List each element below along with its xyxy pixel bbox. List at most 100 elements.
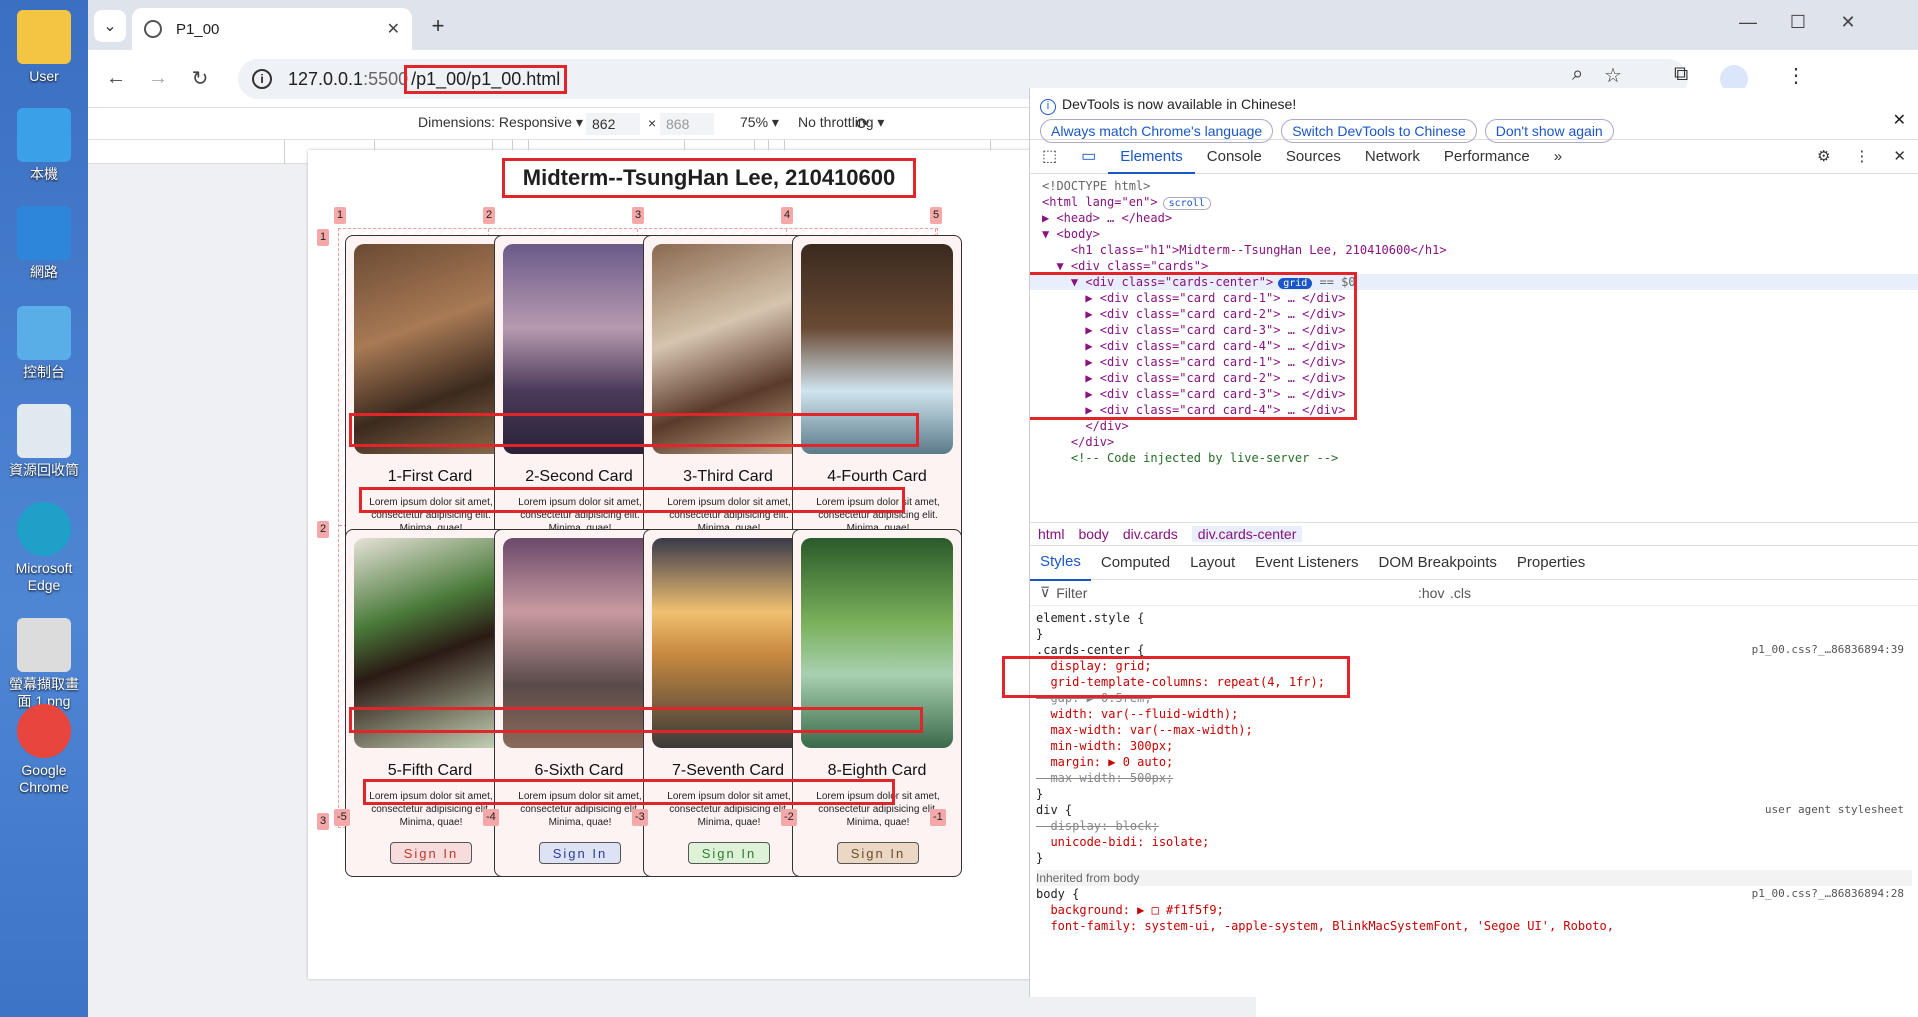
sign-in-button[interactable]: Sign In [539, 842, 621, 864]
devtools-tab[interactable]: Elements [1108, 140, 1195, 174]
close-devtools-icon[interactable]: ✕ [1881, 140, 1918, 174]
style-rule-line: min-width: 300px; [1036, 738, 1912, 754]
card-title: 7-Seventh Card [671, 762, 785, 779]
dom-node[interactable]: </div> [1030, 418, 1918, 434]
styles-filter[interactable]: ⊽ Filter:hov .cls [1030, 580, 1918, 606]
dimensions-select[interactable]: Dimensions: Responsive ▾ [418, 114, 583, 131]
devtools-tab[interactable]: Performance [1432, 140, 1542, 174]
inspect-icon[interactable]: ⬚ [1030, 140, 1069, 174]
styles-tab[interactable]: Layout [1180, 546, 1245, 580]
close-window-icon[interactable]: ✕ [1828, 12, 1868, 33]
sign-in-button[interactable]: Sign In [837, 842, 919, 864]
card-title: 6-Sixth Card [534, 762, 624, 779]
desktop-icon[interactable]: 控制台 [4, 306, 84, 381]
dom-node-text: <!DOCTYPE html> [1042, 179, 1151, 193]
dom-node[interactable]: ▶ <head> … </head> [1030, 210, 1918, 226]
dom-node[interactable]: <!-- Code injected by live-server --> [1030, 450, 1918, 466]
style-rule-line: background: ▶ □ #f1f5f9; [1036, 902, 1912, 918]
dom-badge[interactable]: scroll [1162, 197, 1211, 210]
tab-bar: ⌄ P1_00 ✕ + — ☐ ✕ [88, 0, 1918, 50]
styles-tab[interactable]: Properties [1507, 546, 1595, 580]
dom-node[interactable]: <html lang="en"> scroll [1030, 194, 1918, 210]
devtools-tab[interactable]: Console [1195, 140, 1274, 174]
styles-tab[interactable]: Event Listeners [1245, 546, 1368, 580]
desktop-icon-label: 網路 [30, 264, 58, 280]
breadcrumb-item[interactable]: div.cards [1123, 526, 1178, 542]
chrome-window: ⌄ P1_00 ✕ + — ☐ ✕ ← → ↻ i 127.0.0.1:5500… [88, 0, 1918, 1017]
styles-tab[interactable]: Computed [1091, 546, 1180, 580]
devtools-tab[interactable]: Network [1353, 140, 1432, 174]
banner-text: DevTools is now available in Chinese! [1062, 96, 1297, 112]
tab-search-button[interactable]: ⌄ [94, 10, 126, 42]
desktop-icon[interactable]: Microsoft Edge [4, 502, 84, 594]
desktop-icon[interactable]: 資源回收筒 [4, 404, 84, 479]
desktop-icon[interactable]: 本機 [4, 108, 84, 183]
desktop-icon[interactable]: 網路 [4, 206, 84, 281]
dom-node-text: ▼ <body> [1042, 227, 1100, 241]
style-text: .cards-center { [1036, 643, 1145, 657]
desktop-icon[interactable]: User [4, 10, 84, 85]
styles-tab[interactable]: Styles [1030, 545, 1091, 581]
height-input[interactable]: 868 [660, 113, 714, 135]
device-toggle-icon[interactable]: ▭ [1069, 140, 1108, 174]
dom-node-text: <html lang="en"> [1042, 195, 1158, 209]
desktop-icon-label: 資源回收筒 [9, 462, 79, 478]
breadcrumb-item[interactable]: html [1038, 526, 1064, 542]
dom-node[interactable]: </div> [1030, 434, 1918, 450]
extensions-icon[interactable]: ⧉ [1674, 63, 1688, 86]
grid-col-number: 4 [781, 207, 794, 224]
sign-in-button[interactable]: Sign In [688, 842, 770, 864]
style-text: min-width: 300px; [1036, 739, 1174, 753]
bookmark-star-icon[interactable]: ☆ [1604, 63, 1622, 88]
close-tab-icon[interactable]: ✕ [387, 19, 400, 39]
minimize-icon[interactable]: — [1728, 12, 1768, 33]
breadcrumb-item[interactable]: body [1078, 526, 1108, 542]
rotate-icon[interactable]: ⟳ [856, 114, 869, 134]
new-tab-button[interactable]: + [422, 10, 454, 42]
dom-node[interactable]: <!DOCTYPE html> [1030, 178, 1918, 194]
url-port: :5500 [363, 68, 409, 89]
style-source-link[interactable]: p1_00.css?_…86836894:39 [1752, 642, 1904, 658]
style-source-link[interactable]: p1_00.css?_…86836894:28 [1752, 886, 1904, 902]
desktop-icon-label: Google Chrome [19, 762, 69, 795]
kebab-menu-icon[interactable]: ⋮ [1786, 63, 1806, 88]
zoom-select[interactable]: 75% ▾ [740, 114, 779, 131]
reload-icon[interactable]: ↻ [182, 61, 218, 97]
desktop-icon[interactable]: Google Chrome [4, 704, 84, 796]
highlight-box [1002, 656, 1350, 698]
sign-in-button[interactable]: Sign In [390, 842, 472, 864]
devtools-tab[interactable]: Sources [1274, 140, 1353, 174]
width-input[interactable]: 862 [586, 113, 640, 135]
globe-icon [144, 20, 162, 38]
breadcrumb-item[interactable]: div.cards-center [1191, 526, 1303, 542]
desktop-icon-image [17, 10, 71, 64]
close-banner-icon[interactable]: ✕ [1893, 110, 1906, 130]
page-heading: Midterm--TsungHan Lee, 210410600 [502, 158, 916, 198]
settings-icon[interactable]: ⚙ [1805, 140, 1842, 174]
hov-toggle[interactable]: :hov [1418, 585, 1444, 601]
back-icon[interactable]: ← [98, 61, 134, 97]
throttle-select[interactable]: No throttling ▾ [798, 114, 884, 131]
cls-toggle[interactable]: .cls [1450, 585, 1471, 601]
styles-tabs: Styles Computed Layout Event Listeners DOM B… [1030, 545, 1918, 581]
desktop-icon[interactable]: 螢幕擷取畫面 1.png [4, 618, 84, 710]
devtools-menu-icon[interactable]: ⋮ [1842, 140, 1881, 174]
site-info-icon[interactable]: i [252, 69, 272, 89]
more-tabs-icon[interactable]: » [1542, 140, 1574, 174]
desktop-icon-label: 本機 [30, 166, 58, 182]
filter-icon: ⊽ [1040, 584, 1051, 600]
style-text: } [1036, 627, 1044, 641]
styles-tab[interactable]: DOM Breakpoints [1369, 546, 1507, 580]
style-source-link[interactable]: user agent stylesheet [1765, 802, 1904, 818]
windows-desktop: User 本機網路控制台資源回收筒 Microsoft Edge 螢幕擷取畫面 1.p… [0, 0, 88, 1017]
browser-tab[interactable]: P1_00 ✕ [132, 8, 412, 50]
dom-node-text: <h1 class="h1">Midterm--TsungHan Lee, 21… [1042, 243, 1447, 257]
dom-node[interactable]: ▼ <body> [1030, 226, 1918, 242]
zoom-icon[interactable]: ⌕ [1572, 63, 1583, 86]
forward-icon[interactable]: → [140, 61, 176, 97]
maximize-icon[interactable]: ☐ [1778, 12, 1818, 33]
dom-node[interactable]: <h1 class="h1">Midterm--TsungHan Lee, 21… [1030, 242, 1918, 258]
style-text: body { [1036, 887, 1080, 901]
highlight-box [363, 779, 895, 805]
dom-node-text: </div> [1042, 419, 1129, 433]
